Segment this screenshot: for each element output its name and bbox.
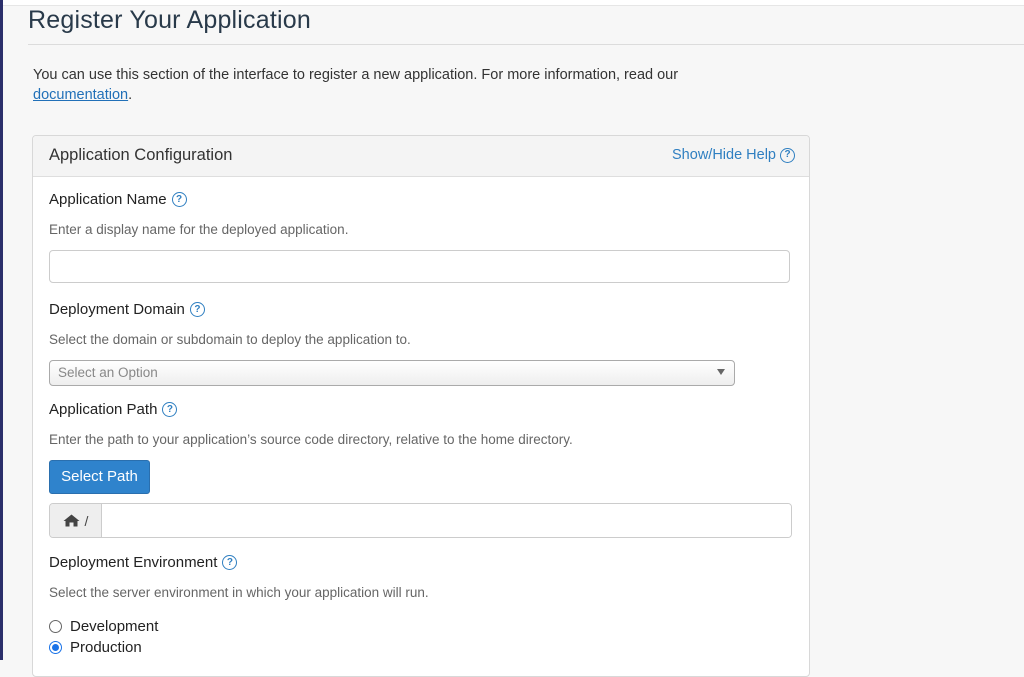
environment-option-production[interactable]: Production xyxy=(49,639,142,656)
show-hide-help-label: Show/Hide Help xyxy=(672,147,776,163)
application-name-input[interactable] xyxy=(49,250,790,283)
panel-header: Application Configuration Show/Hide Help… xyxy=(33,136,809,177)
production-label: Production xyxy=(70,639,142,656)
production-radio[interactable] xyxy=(49,641,62,654)
select-path-button[interactable]: Select Path xyxy=(49,460,150,494)
panel-title: Application Configuration xyxy=(49,146,233,164)
question-circle-icon[interactable]: ? xyxy=(222,555,238,570)
development-radio[interactable] xyxy=(49,620,62,633)
application-path-label: Application Path ? xyxy=(49,401,178,418)
documentation-link[interactable]: documentation xyxy=(33,87,128,103)
show-hide-help-toggle[interactable]: Show/Hide Help ? xyxy=(672,147,795,163)
deployment-domain-label-text: Deployment Domain xyxy=(49,301,185,318)
development-label: Development xyxy=(70,618,159,635)
deployment-environment-label-text: Deployment Environment xyxy=(49,554,218,571)
application-path-help: Enter the path to your application’s sou… xyxy=(49,432,573,447)
deployment-domain-select[interactable]: Select an Option xyxy=(49,360,735,386)
question-circle-icon: ? xyxy=(780,147,795,163)
home-icon xyxy=(63,514,80,527)
question-circle-icon[interactable]: ? xyxy=(171,192,187,207)
question-circle-icon[interactable]: ? xyxy=(189,302,205,317)
home-directory-addon: / xyxy=(50,504,102,537)
application-name-label: Application Name ? xyxy=(49,191,187,208)
title-divider xyxy=(28,44,1024,45)
environment-option-development[interactable]: Development xyxy=(49,618,158,635)
path-prefix: / xyxy=(84,512,89,529)
deployment-environment-label: Deployment Environment ? xyxy=(49,554,238,571)
application-configuration-panel: Application Configuration Show/Hide Help… xyxy=(32,135,810,677)
deployment-domain-help: Select the domain or subdomain to deploy… xyxy=(49,332,411,347)
deployment-domain-placeholder: Select an Option xyxy=(58,365,158,380)
application-name-help: Enter a display name for the deployed ap… xyxy=(49,222,349,237)
intro-sentence: You can use this section of the interfac… xyxy=(33,67,679,83)
page-title: Register Your Application xyxy=(28,6,311,34)
caret-down-icon xyxy=(717,369,725,375)
deployment-domain-label: Deployment Domain ? xyxy=(49,301,205,318)
question-circle-icon[interactable]: ? xyxy=(162,402,178,417)
left-nav-edge xyxy=(0,0,3,660)
application-path-label-text: Application Path xyxy=(49,401,158,418)
intro-period: . xyxy=(128,87,133,103)
application-path-input-group: / xyxy=(49,503,792,538)
application-name-label-text: Application Name xyxy=(49,191,167,208)
application-path-input[interactable] xyxy=(102,504,791,537)
intro-text: You can use this section of the interfac… xyxy=(33,65,773,105)
deployment-environment-help: Select the server environment in which y… xyxy=(49,585,429,600)
